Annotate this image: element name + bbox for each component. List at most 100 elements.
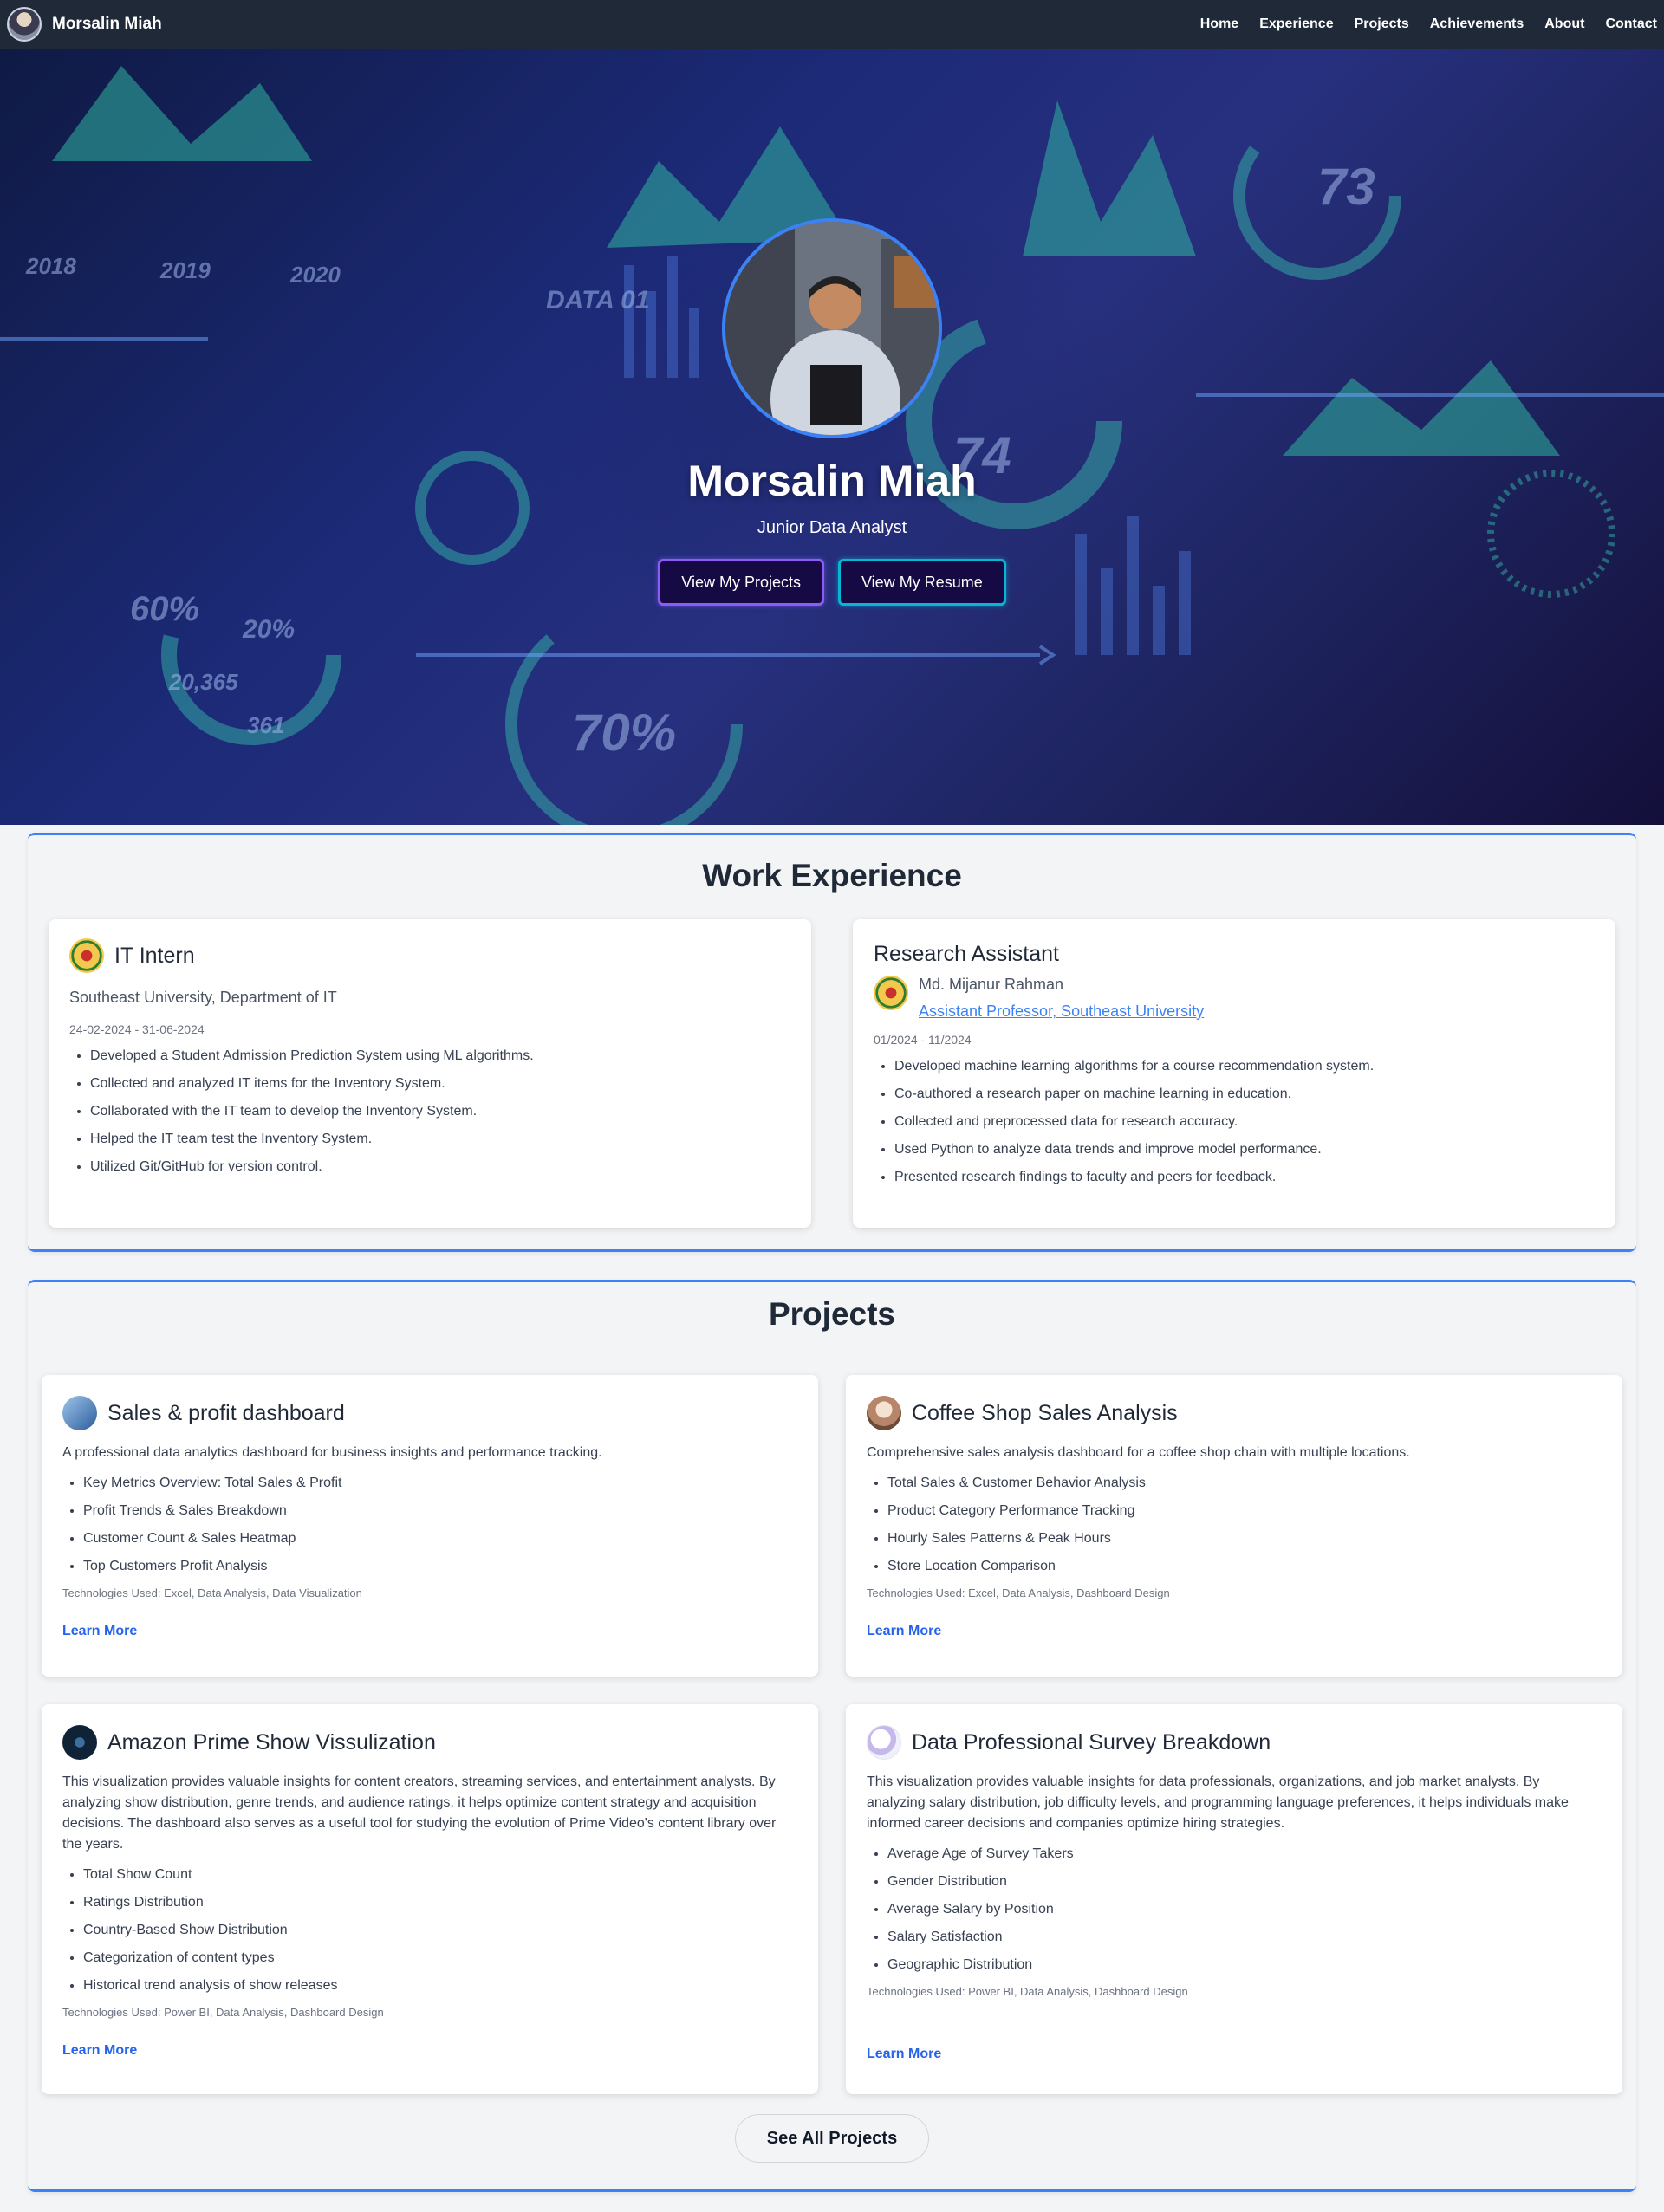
see-all-projects-button[interactable]: See All Projects	[735, 2114, 929, 2163]
learn-more-link[interactable]: Learn More	[62, 2043, 797, 2059]
supervisor-name: Md. Mijanur Rahman	[919, 976, 1064, 993]
list-item: Helped the IT team test the Inventory Sy…	[90, 1132, 790, 1147]
list-item: Total Sales & Customer Behavior Analysis	[887, 1476, 1602, 1491]
list-item: Geographic Distribution	[887, 1957, 1602, 1973]
card-header: Coffee Shop Sales Analysis	[867, 1396, 1602, 1430]
list-item: Average Age of Survey Takers	[887, 1846, 1602, 1862]
supervisor-profile-link[interactable]: Assistant Professor, Southeast Universit…	[919, 1002, 1204, 1020]
project-technologies: Technologies Used: Power BI, Data Analys…	[62, 2006, 384, 2019]
list-item: Customer Count & Sales Heatmap	[83, 1531, 797, 1547]
card-header: IT Intern	[69, 938, 790, 973]
project-technologies: Technologies Used: Power BI, Data Analys…	[867, 1985, 1188, 1998]
bg-text-20365: 20,365	[168, 669, 238, 695]
list-item: Salary Satisfaction	[887, 1930, 1602, 1945]
list-item: Used Python to analyze data trends and i…	[894, 1142, 1595, 1158]
avatar	[7, 7, 42, 42]
view-resume-button[interactable]: View My Resume	[838, 559, 1006, 606]
list-item: Country-Based Show Distribution	[83, 1923, 797, 1938]
project-title: Data Professional Survey Breakdown	[912, 1729, 1271, 1755]
project-features-list: Total Sales & Customer Behavior Analysis…	[867, 1476, 1602, 1574]
project-technologies: Technologies Used: Excel, Data Analysis,…	[62, 1586, 362, 1599]
projects-section: Projects Sales & profit dashboard A prof…	[28, 1280, 1636, 2192]
university-logo	[874, 976, 908, 1010]
university-logo	[69, 938, 104, 973]
nav-link-about[interactable]: About	[1544, 16, 1584, 32]
project-thumbnail-icon	[62, 1725, 97, 1760]
job-date: 01/2024 - 11/2024	[874, 1033, 972, 1047]
list-item: Historical trend analysis of show releas…	[83, 1978, 797, 1994]
nav-link-contact[interactable]: Contact	[1605, 16, 1657, 32]
responsibilities-list: Developed machine learning algorithms fo…	[874, 1059, 1595, 1185]
nav-link-achievements[interactable]: Achievements	[1430, 16, 1524, 32]
hero-buttons: View My Projects View My Resume	[658, 559, 1006, 606]
project-thumbnail-icon	[867, 1396, 901, 1430]
job-date: 24-02-2024 - 31-06-2024	[69, 1022, 205, 1036]
list-item: Developed machine learning algorithms fo…	[894, 1059, 1595, 1074]
list-item: Co-authored a research paper on machine …	[894, 1087, 1595, 1102]
project-card-sales-profit: Sales & profit dashboard A professional …	[42, 1375, 818, 1677]
list-item: Gender Distribution	[887, 1874, 1602, 1890]
job-title: IT Intern	[114, 943, 195, 968]
list-item: Categorization of content types	[83, 1950, 797, 1966]
list-item: Product Category Performance Tracking	[887, 1503, 1602, 1519]
hero-section: 2018 2019 2020 DATA 01 73 74 60% 20% 20,…	[0, 49, 1664, 825]
project-thumbnail-icon	[62, 1396, 97, 1430]
list-item: Key Metrics Overview: Total Sales & Prof…	[83, 1476, 797, 1491]
project-features-list: Total Show Count Ratings Distribution Co…	[62, 1867, 797, 1994]
list-item: Presented research findings to faculty a…	[894, 1170, 1595, 1185]
bg-text-73: 73	[1317, 158, 1375, 216]
nav-link-projects[interactable]: Projects	[1355, 16, 1409, 32]
view-projects-button[interactable]: View My Projects	[658, 559, 824, 606]
bg-text-70pct: 70%	[572, 704, 676, 762]
top-navbar: Morsalin Miah Home Experience Projects A…	[0, 0, 1664, 49]
list-item: Store Location Comparison	[887, 1559, 1602, 1574]
learn-more-link[interactable]: Learn More	[867, 1624, 1602, 1639]
project-description: Comprehensive sales analysis dashboard f…	[867, 1445, 1410, 1460]
hero-role: Junior Data Analyst	[757, 518, 907, 537]
nav-link-home[interactable]: Home	[1200, 16, 1238, 32]
project-description: This visualization provides valuable ins…	[62, 1774, 777, 1852]
project-technologies: Technologies Used: Excel, Data Analysis,…	[867, 1586, 1170, 1599]
list-item: Collaborated with the IT team to develop…	[90, 1104, 790, 1119]
project-features-list: Average Age of Survey Takers Gender Dist…	[867, 1846, 1602, 1973]
project-card-data-survey: Data Professional Survey Breakdown This …	[846, 1704, 1622, 2094]
brand-name[interactable]: Morsalin Miah	[52, 15, 162, 34]
supervisor-block: Md. Mijanur Rahman Assistant Professor, …	[874, 976, 1595, 1021]
card-header: Amazon Prime Show Vissulization	[62, 1725, 797, 1760]
list-item: Hourly Sales Patterns & Peak Hours	[887, 1531, 1602, 1547]
card-header: Sales & profit dashboard	[62, 1396, 797, 1430]
learn-more-link[interactable]: Learn More	[867, 2047, 1602, 2062]
bg-text-361: 361	[247, 712, 284, 738]
experience-title: Work Experience	[702, 858, 962, 893]
project-description: This visualization provides valuable ins…	[867, 1774, 1569, 1831]
nav-link-experience[interactable]: Experience	[1259, 16, 1333, 32]
project-description: A professional data analytics dashboard …	[62, 1445, 602, 1460]
project-thumbnail-icon	[867, 1725, 901, 1760]
card-header: Data Professional Survey Breakdown	[867, 1725, 1602, 1760]
project-card-coffee-shop: Coffee Shop Sales Analysis Comprehensive…	[846, 1375, 1622, 1677]
hero-content: Morsalin Miah Junior Data Analyst View M…	[0, 218, 1664, 606]
experience-section: Work Experience IT Intern Southeast Univ…	[28, 833, 1636, 1252]
responsibilities-list: Developed a Student Admission Prediction…	[69, 1048, 790, 1175]
list-item: Developed a Student Admission Prediction…	[90, 1048, 790, 1064]
hero-name: Morsalin Miah	[687, 457, 977, 505]
list-item: Total Show Count	[83, 1867, 797, 1883]
profile-photo	[722, 218, 942, 438]
list-item: Utilized Git/GitHub for version control.	[90, 1159, 790, 1175]
project-title: Sales & profit dashboard	[107, 1400, 345, 1425]
list-item: Ratings Distribution	[83, 1895, 797, 1910]
organization: Southeast University, Department of IT	[69, 989, 337, 1006]
learn-more-link[interactable]: Learn More	[62, 1624, 797, 1639]
project-title: Amazon Prime Show Vissulization	[107, 1729, 436, 1755]
nav-links: Home Experience Projects Achievements Ab…	[1200, 16, 1657, 32]
experience-card-it-intern: IT Intern Southeast University, Departme…	[49, 919, 811, 1228]
brand[interactable]: Morsalin Miah	[7, 7, 162, 42]
job-title: Research Assistant	[874, 942, 1059, 966]
experience-card-research-assistant: Research Assistant Md. Mijanur Rahman As…	[853, 919, 1615, 1228]
bg-text-20pct: 20%	[242, 615, 295, 644]
projects-title: Projects	[768, 1296, 895, 1332]
list-item: Top Customers Profit Analysis	[83, 1559, 797, 1574]
list-item: Profit Trends & Sales Breakdown	[83, 1503, 797, 1519]
project-features-list: Key Metrics Overview: Total Sales & Prof…	[62, 1476, 797, 1574]
list-item: Average Salary by Position	[887, 1902, 1602, 1917]
